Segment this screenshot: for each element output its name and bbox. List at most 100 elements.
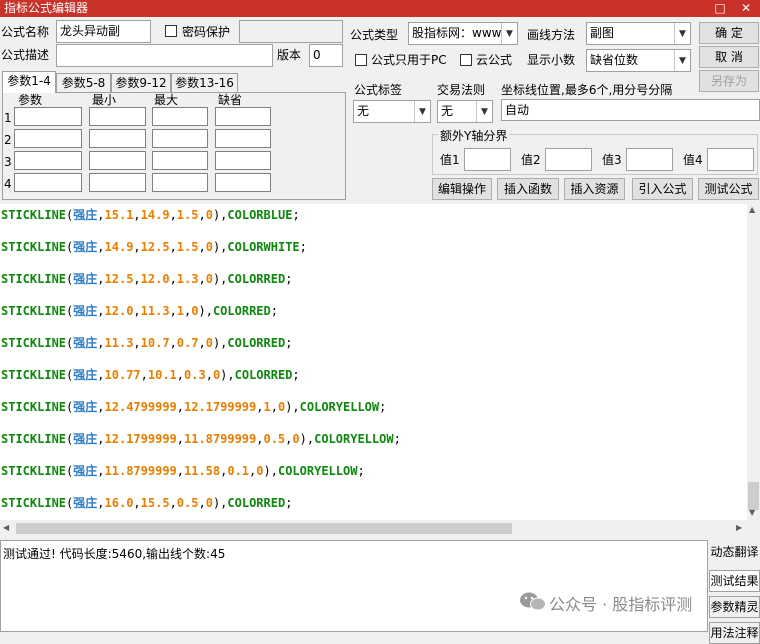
- param-max-cell[interactable]: [152, 107, 208, 126]
- yaxis-value-input[interactable]: [626, 148, 673, 171]
- param-default-cell[interactable]: [215, 107, 271, 126]
- param-min-cell[interactable]: [89, 129, 146, 148]
- param-default-cell[interactable]: [215, 151, 271, 170]
- draw-label: 画线方法: [527, 28, 576, 42]
- scroll-down-icon[interactable]: ▼: [749, 508, 755, 517]
- code-punct: ),: [212, 496, 228, 510]
- yaxis-value-input[interactable]: [545, 148, 592, 171]
- maximize-icon[interactable]: □: [712, 0, 728, 16]
- type-select[interactable]: 股指标网：www ▼: [408, 22, 518, 45]
- edit-ops-button[interactable]: 编辑操作: [432, 178, 492, 200]
- chevron-down-icon[interactable]: ▼: [674, 23, 690, 44]
- scroll-up-icon[interactable]: ▲: [749, 205, 755, 214]
- tab-params-1-4[interactable]: 参数1-4: [2, 71, 56, 93]
- param-name-cell[interactable]: [14, 107, 82, 126]
- code-punct: ,: [270, 400, 278, 414]
- tab-params-13-16[interactable]: 参数13-16: [171, 73, 238, 92]
- trade-select[interactable]: 无 ▼: [437, 100, 493, 123]
- code-punct: ,: [169, 240, 177, 254]
- vertical-scrollbar[interactable]: ▲ ▼: [747, 204, 760, 520]
- vertical-scroll-thumb[interactable]: [748, 482, 759, 510]
- code-line: STICKLINE(强庄,10.77,10.1,0.3,0),COLORRED;: [1, 366, 300, 383]
- code-color: COLORBLUE: [227, 208, 293, 222]
- code-color: COLORRED: [212, 304, 271, 318]
- param-wizard-button[interactable]: 参数精灵: [709, 596, 760, 618]
- cloud-checkbox[interactable]: [460, 54, 472, 66]
- param-max-cell[interactable]: [152, 129, 208, 148]
- code-punct: ,: [169, 496, 177, 510]
- password-input[interactable]: [239, 20, 343, 43]
- close-icon[interactable]: ✕: [738, 0, 754, 16]
- code-function: STICKLINE: [1, 272, 67, 286]
- code-punct: ,: [133, 336, 141, 350]
- yaxis-value-input[interactable]: [707, 148, 754, 171]
- tag-select[interactable]: 无 ▼: [353, 100, 431, 123]
- code-number: 0: [292, 432, 300, 446]
- wechat-icon: [519, 591, 547, 611]
- param-name-cell[interactable]: [14, 151, 82, 170]
- title-bar: 指标公式编辑器 □ ✕: [0, 0, 760, 17]
- code-line: STICKLINE(强庄,11.3,10.7,0.7,0),COLORRED;: [1, 334, 292, 351]
- axis-label: 坐标线位置,最多6个,用分号分隔: [501, 83, 673, 97]
- tab-params-5-8[interactable]: 参数5-8: [56, 73, 111, 92]
- code-punct: ,: [205, 368, 213, 382]
- tab-params-9-12[interactable]: 参数9-12: [111, 73, 171, 92]
- code-number: 10.1: [147, 368, 177, 382]
- cancel-button[interactable]: 取 消: [699, 46, 759, 68]
- pc-only-checkbox[interactable]: [355, 54, 367, 66]
- scroll-right-icon[interactable]: ▶: [736, 523, 742, 532]
- chevron-down-icon[interactable]: ▼: [414, 101, 430, 122]
- insert-function-button[interactable]: 插入函数: [497, 178, 559, 200]
- code-punct: ,: [97, 336, 105, 350]
- version-input[interactable]: 0: [309, 44, 343, 67]
- ok-button[interactable]: 确 定: [699, 22, 759, 44]
- decimals-select[interactable]: 缺省位数 ▼: [586, 49, 691, 72]
- save-as-button[interactable]: 另存为: [699, 70, 759, 92]
- horizontal-scrollbar[interactable]: ◀ ▶: [0, 520, 747, 537]
- desc-input[interactable]: [56, 44, 273, 67]
- horizontal-scroll-thumb[interactable]: [16, 523, 512, 534]
- code-line: STICKLINE(强庄,15.1,14.9,1.5,0),COLORBLUE;: [1, 206, 300, 223]
- code-number: 12.1799999: [184, 400, 257, 414]
- param-default-cell[interactable]: [215, 129, 271, 148]
- code-punct: ,: [97, 272, 105, 286]
- test-formula-button[interactable]: 测试公式: [698, 178, 759, 200]
- password-checkbox[interactable]: [165, 25, 177, 37]
- scroll-left-icon[interactable]: ◀: [3, 523, 9, 532]
- window-title: 指标公式编辑器: [4, 1, 89, 15]
- axis-input[interactable]: 自动: [501, 99, 760, 121]
- code-number: 0: [191, 304, 199, 318]
- type-select-value: 股指标网：www: [412, 26, 502, 40]
- status-text: 测试通过! 代码长度:5460,输出线个数:45: [3, 547, 226, 561]
- code-color: COLORYELLOW: [299, 400, 380, 414]
- dynamic-translate-button[interactable]: 动态翻译: [709, 542, 760, 564]
- code-color: COLORYELLOW: [277, 464, 358, 478]
- code-punct: ,: [176, 432, 184, 446]
- param-name-cell[interactable]: [14, 129, 82, 148]
- code-punct: ;: [285, 272, 293, 286]
- watermark-text: 公众号 · 股指标评测: [549, 595, 693, 614]
- code-editor[interactable]: STICKLINE(强庄,15.1,14.9,1.5,0),COLORBLUE;…: [0, 204, 747, 520]
- draw-select[interactable]: 副图 ▼: [586, 22, 691, 45]
- chevron-down-icon[interactable]: ▼: [501, 23, 517, 44]
- param-max-cell[interactable]: [152, 173, 208, 192]
- import-formula-button[interactable]: 引入公式: [632, 178, 693, 200]
- code-number: 0: [205, 336, 213, 350]
- yaxis-value-input[interactable]: [464, 148, 511, 171]
- param-min-cell[interactable]: [89, 107, 146, 126]
- code-punct: ,: [97, 304, 105, 318]
- insert-resource-button[interactable]: 插入资源: [564, 178, 625, 200]
- chevron-down-icon[interactable]: ▼: [476, 101, 492, 122]
- param-min-cell[interactable]: [89, 173, 146, 192]
- code-punct: ;: [379, 400, 387, 414]
- test-result-button[interactable]: 测试结果: [709, 570, 760, 592]
- usage-notes-button[interactable]: 用法注释: [709, 622, 760, 644]
- param-max-cell[interactable]: [152, 151, 208, 170]
- code-function: STICKLINE: [1, 400, 67, 414]
- name-input[interactable]: 龙头异动副: [56, 20, 151, 43]
- param-name-cell[interactable]: [14, 173, 82, 192]
- type-label: 公式类型: [350, 28, 399, 42]
- chevron-down-icon[interactable]: ▼: [674, 50, 690, 71]
- param-min-cell[interactable]: [89, 151, 146, 170]
- param-default-cell[interactable]: [215, 173, 271, 192]
